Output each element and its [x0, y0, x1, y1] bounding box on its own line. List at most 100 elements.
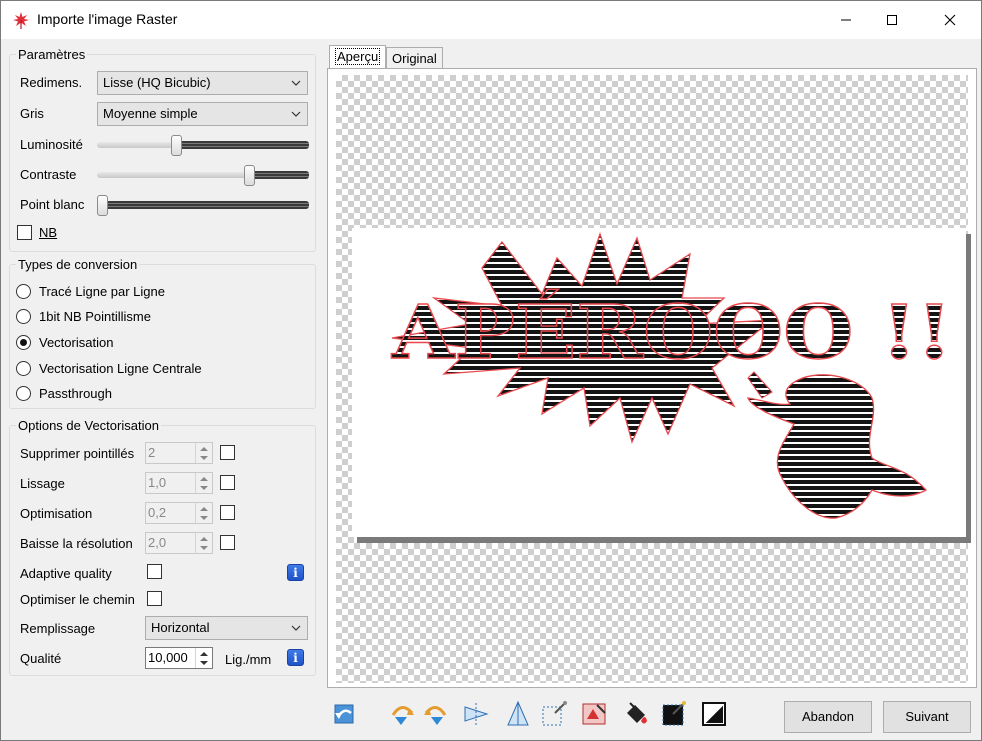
- radio-vectorize-label: Vectorisation: [39, 335, 114, 350]
- radio-1bit-dither[interactable]: [16, 309, 31, 324]
- spin-down-icon[interactable]: [196, 483, 212, 493]
- smoothing-checkbox[interactable]: [220, 475, 235, 490]
- lower-resolution-value: 2,0: [148, 535, 167, 550]
- cancel-button[interactable]: Abandon: [784, 701, 872, 733]
- fill-select-value: Horizontal: [151, 620, 210, 635]
- chevron-down-icon: [291, 625, 301, 631]
- import-raster-dialog: Importe l'image Raster Paramètres Redime…: [0, 0, 982, 741]
- spin-up-icon[interactable]: [196, 648, 212, 658]
- gray-label: Gris: [20, 106, 44, 121]
- slider-thumb[interactable]: [244, 165, 255, 186]
- spin-down-icon[interactable]: [196, 543, 212, 553]
- tab-apercu[interactable]: Aperçu: [329, 45, 387, 69]
- whitepoint-label: Point blanc: [20, 197, 85, 212]
- lower-resolution-label: Baisse la résolution: [20, 536, 133, 551]
- brightness-slider[interactable]: [97, 134, 309, 156]
- nb-label: NB: [39, 225, 58, 240]
- spin-up-icon[interactable]: [196, 443, 212, 453]
- slider-fill: [249, 171, 309, 179]
- invert-icon[interactable]: [579, 699, 609, 729]
- spin-down-icon[interactable]: [196, 658, 212, 668]
- flip-horizontal-icon[interactable]: [461, 699, 491, 729]
- quality-label: Qualité: [20, 651, 62, 666]
- radio-passthrough[interactable]: [16, 386, 31, 401]
- radio-centerline-label: Vectorisation Ligne Centrale: [39, 361, 202, 376]
- tab-apercu-label: Aperçu: [335, 48, 381, 65]
- radio-1bit-dither-label: 1bit NB Pointillisme: [39, 309, 151, 324]
- minimize-icon: [841, 19, 851, 21]
- quality-value: 10,000: [148, 650, 188, 665]
- vectorization-options-legend: Options de Vectorisation: [18, 418, 159, 433]
- nb-checkbox[interactable]: [17, 225, 32, 240]
- flip-vertical-icon[interactable]: [503, 699, 533, 729]
- optimize-path-checkbox[interactable]: [147, 591, 162, 606]
- chevron-down-icon: [291, 80, 301, 86]
- whitepoint-slider[interactable]: [97, 194, 309, 216]
- brightness-icon[interactable]: [699, 699, 729, 729]
- optimize-path-label: Optimiser le chemin: [20, 592, 135, 607]
- spin-down-icon[interactable]: [196, 513, 212, 523]
- maximize-button[interactable]: [869, 1, 915, 39]
- brightness-label: Luminosité: [20, 137, 83, 152]
- rotate-left-icon[interactable]: [421, 699, 451, 729]
- rotate-right-icon[interactable]: [387, 699, 417, 729]
- rotate-back-icon[interactable]: [329, 699, 359, 729]
- radio-passthrough-label: Passthrough: [39, 386, 112, 401]
- conversion-types-legend: Types de conversion: [18, 257, 138, 272]
- fill-select[interactable]: Horizontal: [145, 616, 308, 640]
- spin-down-icon[interactable]: [196, 453, 212, 463]
- close-button[interactable]: [927, 1, 973, 39]
- adaptive-quality-label: Adaptive quality: [20, 566, 112, 581]
- optimization-label: Optimisation: [20, 506, 93, 521]
- minimize-button[interactable]: [823, 1, 869, 39]
- maximize-icon: [887, 15, 897, 25]
- slider-fill: [102, 201, 309, 209]
- crop-icon[interactable]: [539, 699, 569, 729]
- next-button[interactable]: Suivant: [883, 701, 971, 733]
- smoothing-value: 1,0: [148, 475, 167, 490]
- optimization-checkbox[interactable]: [220, 505, 235, 520]
- app-logo-icon: [13, 12, 29, 29]
- remove-dots-value: 2: [148, 445, 156, 460]
- character-shape: [746, 374, 928, 519]
- remove-dots-checkbox[interactable]: [220, 445, 235, 460]
- optimization-stepper[interactable]: 0,2: [145, 502, 213, 524]
- slider-thumb[interactable]: [97, 195, 108, 216]
- close-icon: [944, 14, 956, 26]
- preview-image: APÉROOO !!: [352, 228, 966, 537]
- info-icon[interactable]: i: [287, 649, 304, 666]
- radio-centerline[interactable]: [16, 361, 31, 376]
- lower-resolution-checkbox[interactable]: [220, 535, 235, 550]
- select-icon[interactable]: [659, 699, 689, 729]
- title-bar: Importe l'image Raster: [1, 1, 981, 39]
- artwork-title: APÉROOO !!: [391, 288, 952, 376]
- tab-original-label: Original: [392, 51, 437, 66]
- preview-panel: APÉROOO !!: [327, 68, 977, 688]
- spin-up-icon[interactable]: [196, 473, 212, 483]
- adaptive-quality-checkbox[interactable]: [147, 564, 162, 579]
- lower-resolution-stepper[interactable]: 2,0: [145, 532, 213, 554]
- remove-dots-label: Supprimer pointillés: [20, 446, 135, 461]
- quality-stepper[interactable]: 10,000: [145, 647, 213, 669]
- contrast-slider[interactable]: [97, 164, 309, 186]
- slider-track: [97, 172, 250, 178]
- contrast-label: Contraste: [20, 167, 77, 182]
- fill-bucket-icon[interactable]: [621, 699, 651, 729]
- optimization-value: 0,2: [148, 505, 167, 520]
- fill-label: Remplissage: [20, 621, 96, 636]
- traced-artwork: APÉROOO !!: [390, 231, 953, 519]
- tab-original[interactable]: Original: [386, 47, 443, 69]
- resize-select[interactable]: Lisse (HQ Bicubic): [97, 71, 308, 95]
- smoothing-stepper[interactable]: 1,0: [145, 472, 213, 494]
- spin-up-icon[interactable]: [196, 533, 212, 543]
- slider-fill: [176, 141, 309, 149]
- parameters-legend: Paramètres: [18, 47, 86, 62]
- window-title: Importe l'image Raster: [37, 11, 178, 27]
- radio-trace-line[interactable]: [16, 284, 31, 299]
- spin-up-icon[interactable]: [196, 503, 212, 513]
- info-icon[interactable]: i: [287, 564, 304, 581]
- remove-dots-stepper[interactable]: 2: [145, 442, 213, 464]
- radio-vectorize[interactable]: [16, 335, 31, 350]
- slider-thumb[interactable]: [171, 135, 182, 156]
- gray-select[interactable]: Moyenne simple: [97, 102, 308, 126]
